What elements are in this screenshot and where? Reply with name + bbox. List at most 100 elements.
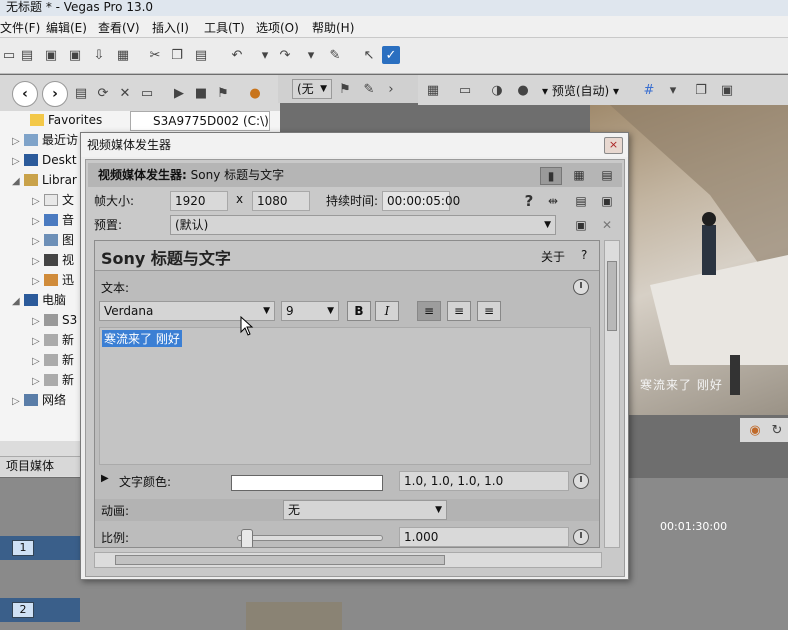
vertical-scrollbar[interactable] [604,240,620,548]
tree-item-music[interactable]: ▷ 音 [32,211,74,229]
horizontal-scrollbar[interactable] [94,552,602,568]
up-folder-icon[interactable]: ▤ [72,84,90,102]
menu-edit[interactable]: 编辑(E) [46,19,87,36]
tree-item-network[interactable]: ▷ 网络 [12,391,66,409]
copy-frame-icon[interactable]: ❐ [692,81,710,99]
checkbox-icon[interactable]: ✓ [382,46,400,64]
keyframe-clock-icon[interactable] [573,529,589,545]
color-swatch[interactable] [231,475,383,491]
animation-dropdown[interactable]: 无 ▼ [283,500,447,520]
open-icon[interactable]: ▤ [18,46,36,64]
grid-icon[interactable]: # [640,81,658,99]
trim-more-icon[interactable]: › [382,80,400,98]
delete-icon[interactable]: ✕ [116,84,134,102]
printer-icon[interactable]: ▤ [572,192,590,210]
help-icon[interactable]: ? [520,192,538,210]
scale-field[interactable]: 1.000 [399,527,569,547]
tree-item-drive-d[interactable]: ▷ 新 [32,331,74,349]
tree-item-drive-c[interactable]: ▷ S3 [32,311,77,329]
about-link[interactable]: 关于 [541,248,565,265]
tree-item-videos[interactable]: ▷ 视 [32,251,74,269]
height-field[interactable]: 1080 [252,191,310,211]
record-icon[interactable]: ◉ [746,421,764,439]
tree-item-drive-e[interactable]: ▷ 新 [32,351,74,369]
quality-dropdown[interactable]: ▾ 预览(自动) ▾ [542,82,619,99]
menu-file[interactable]: 文件(F) [0,19,40,36]
view-table-icon[interactable]: ▤ [596,167,618,185]
trim-edit-icon[interactable]: ✎ [360,80,378,98]
color-value-field[interactable]: 1.0, 1.0, 1.0, 1.0 [399,471,569,491]
expand-arrow-icon[interactable]: ▶ [101,473,109,484]
auto-preview-icon[interactable]: ⚑ [214,84,232,102]
stop-icon[interactable]: ■ [192,84,210,102]
new-folder-icon[interactable]: ▭ [138,84,156,102]
properties-icon[interactable]: ▦ [114,46,132,64]
track-header-1[interactable]: 1 [0,536,80,560]
menu-help[interactable]: 帮助(H) [312,19,354,36]
menu-tools[interactable]: 工具(T) [204,19,245,36]
bold-button[interactable]: B [347,301,371,321]
align-right-button[interactable]: ≡ [477,301,501,321]
selected-text[interactable]: 寒流来了 刚好 [102,330,182,347]
paste-icon[interactable]: ▤ [192,46,210,64]
align-center-button[interactable]: ≡ [447,301,471,321]
delete-preset-icon[interactable]: ✕ [598,216,616,234]
keyframe-clock-icon[interactable] [573,473,589,489]
record-icon[interactable]: ● [514,81,532,99]
bypass-icon[interactable]: ▣ [598,192,616,210]
back-icon[interactable]: ‹ [12,81,38,107]
tree-item-recent[interactable]: ▷ 最近访 [12,131,78,149]
info-icon[interactable]: ● [246,84,264,102]
keyframe-clock-icon[interactable] [573,279,589,295]
align-left-button[interactable]: ≡ [417,301,441,321]
track-header-2[interactable]: 2 [0,598,80,622]
tree-item-thunder[interactable]: ▷ 迅 [32,271,74,289]
preset-dropdown[interactable]: (默认) ▼ [170,215,556,235]
tree-item-computer[interactable]: ◢ 电脑 [12,291,66,309]
menu-insert[interactable]: 插入(I) [152,19,189,36]
close-icon[interactable]: × [604,137,623,154]
copy-icon[interactable]: ❐ [168,46,186,64]
tab-project-media[interactable]: 项目媒体 [0,456,82,476]
vertical-scroll-thumb[interactable] [607,261,617,331]
tree-item-libraries[interactable]: ◢ Librar [12,171,77,189]
new-icon[interactable]: ▭ [0,46,18,64]
font-size-dropdown[interactable]: 9 ▼ [281,301,339,321]
grid-dropdown-icon[interactable]: ▾ [664,81,682,99]
video-clip[interactable] [246,602,342,630]
redo-icon[interactable]: ↷ [276,46,294,64]
view-grid-icon[interactable]: ▦ [568,167,590,185]
italic-button[interactable]: I [375,301,399,321]
help-link[interactable]: ? [581,248,587,262]
width-field[interactable]: 1920 [170,191,228,211]
text-editor[interactable]: 寒流来了 刚好 [99,327,591,465]
menu-view[interactable]: 查看(V) [98,19,140,36]
whats-this-icon[interactable]: ↖ [360,46,378,64]
undo-icon[interactable]: ↶ [228,46,246,64]
render-icon[interactable]: ⇩ [90,46,108,64]
forward-icon[interactable]: › [42,81,68,107]
menu-options[interactable]: 选项(O) [256,19,299,36]
monitor-icon[interactable]: ▭ [456,81,474,99]
tree-item-desktop[interactable]: ▷ Deskt [12,151,77,169]
trim-icon[interactable]: ⚑ [336,80,354,98]
trimmer-dropdown[interactable]: (无 ▼ [292,79,332,99]
view-list-icon[interactable]: ▮ [540,167,562,185]
cut-icon[interactable]: ✂ [146,46,164,64]
scale-slider-track[interactable] [237,535,383,541]
save-as-icon[interactable]: ▣ [66,46,84,64]
tree-item-docs[interactable]: ▷ 文 [32,191,74,209]
tree-item-drive-f[interactable]: ▷ 新 [32,371,74,389]
tree-item-favorites[interactable]: Favorites [30,111,102,129]
scale-slider-thumb[interactable] [241,529,253,547]
properties-icon[interactable]: ▦ [424,81,442,99]
tree-item-pictures[interactable]: ▷ 图 [32,231,74,249]
split-icon[interactable]: ◑ [488,81,506,99]
brush-icon[interactable]: ✎ [326,46,344,64]
duration-field[interactable]: 00:00:05:00 [382,191,460,211]
refresh-icon[interactable]: ⟳ [94,84,112,102]
save-preset-icon[interactable]: ▣ [572,216,590,234]
save-frame-icon[interactable]: ▣ [718,81,736,99]
save-icon[interactable]: ▣ [42,46,60,64]
horizontal-scroll-thumb[interactable] [115,555,445,565]
